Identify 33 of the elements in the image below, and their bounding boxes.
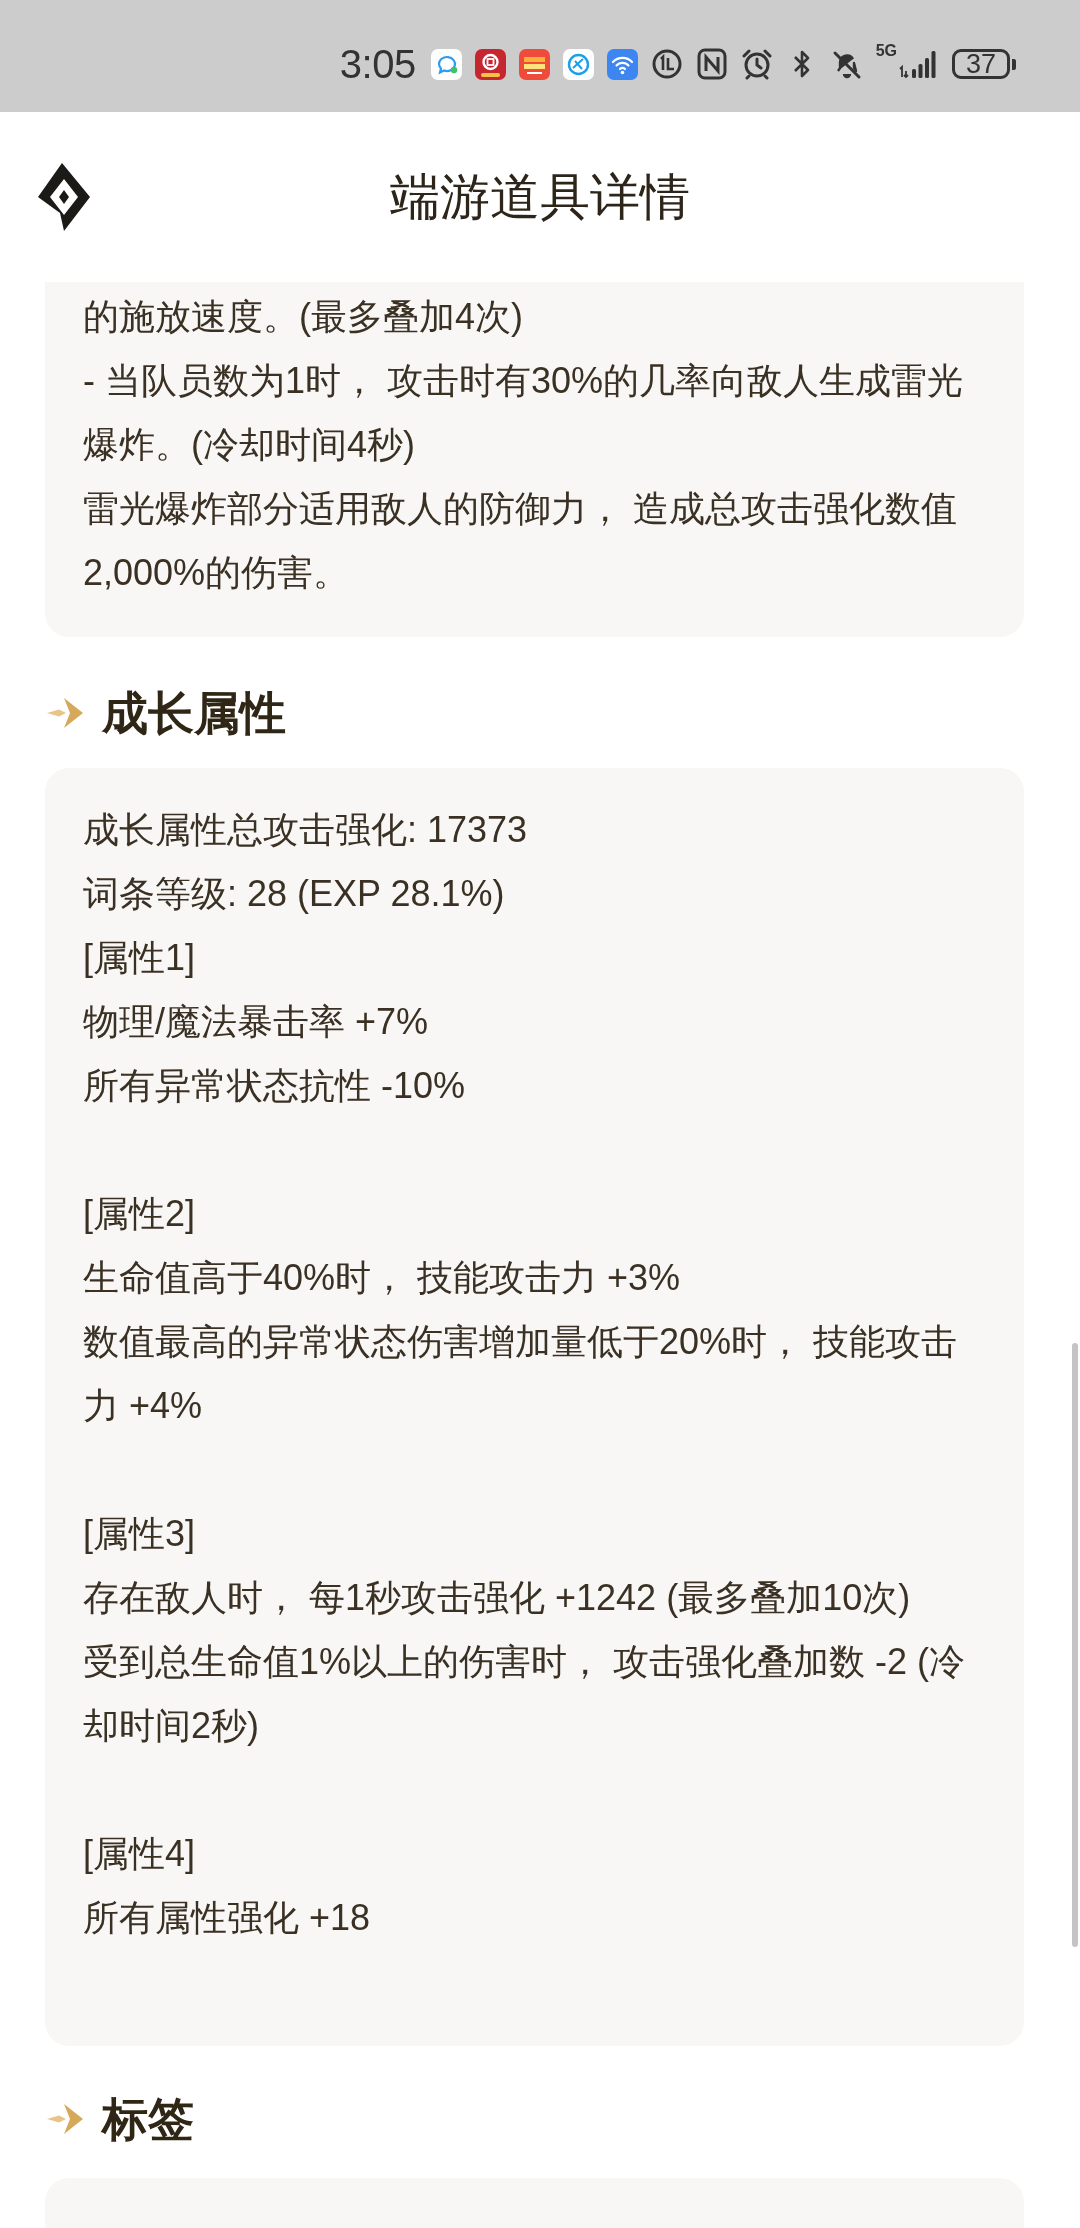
status-time: 3:05 [339, 41, 416, 87]
stripes-app-icon [518, 48, 550, 80]
attribute-text: 数值最高的异常状态伤害增加量低于20%时， 技能攻击力 +4% [83, 1320, 959, 1428]
attribute-text: 所有异常状态抗性 -10% [83, 1064, 467, 1108]
attribute-heading: [属性1] [83, 936, 197, 980]
signal-icon [899, 49, 939, 79]
attribute-heading: [属性2] [83, 1192, 197, 1236]
nfc-icon [695, 48, 728, 80]
network-type: 5G [875, 43, 897, 59]
effect-text: - 当队员数为1时， 攻击时有30%的几率向敌人生成雷光爆炸。(冷却时间4秒) [83, 359, 965, 467]
attribute-text: 生命值高于40%时， 技能攻击力 +3% [83, 1256, 682, 1300]
section-title: 成长属性 [102, 686, 286, 741]
attribute-text: 所有属性强化 +18 [83, 1896, 372, 1940]
page-title: 端游道具详情 [390, 168, 690, 227]
effect-text: 的施放速度。(最多叠加4次) [83, 295, 524, 339]
diamond-logo-icon[interactable] [38, 163, 90, 231]
wifi-app-icon [606, 48, 638, 80]
summary-text: 词条等级: 28 (EXP 28.1%) [83, 872, 506, 916]
summary-text: 成长属性总攻击强化: 17373 [83, 808, 529, 852]
section-title: 标签 [102, 2092, 194, 2147]
coin-app-icon [474, 48, 506, 80]
attribute-text: 受到总生命值1%以上的伤害时， 攻击强化叠加数 -2 (冷却时间2秒) [83, 1640, 967, 1748]
attribute-text: 物理/魔法暴击率 +7% [83, 1000, 430, 1044]
attribute-heading: [属性3] [83, 1512, 197, 1556]
attribute-text: 存在敌人时， 每1秒攻击强化 +1242 (最多叠加10次) [83, 1576, 912, 1620]
attribute-heading: [属性4] [83, 1832, 197, 1876]
alarm-clock-icon [740, 48, 773, 80]
battery-indicator: 37 [952, 49, 1016, 79]
chat-app-icon [430, 48, 462, 80]
scrollbar-thumb[interactable] [1072, 1343, 1078, 1947]
circled-letter-icon [650, 48, 683, 80]
effect-text: 雷光爆炸部分适用敌人的防御力， 造成总攻击强化数值2,000%的伤害。 [83, 487, 958, 595]
circle-cross-app-icon [562, 48, 594, 80]
